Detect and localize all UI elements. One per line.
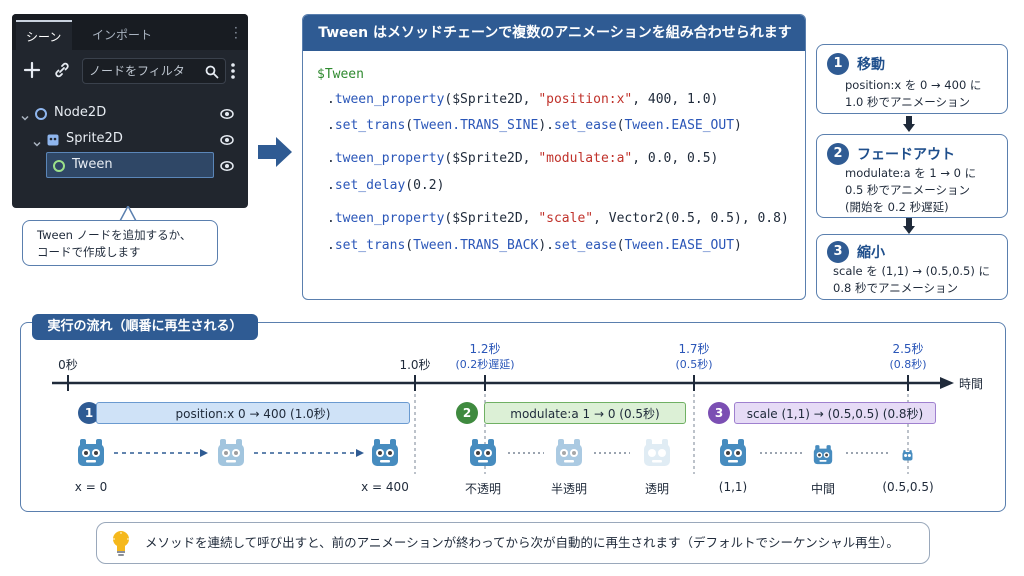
godot-icon: [556, 439, 582, 466]
icon-caption: x = 0: [74, 480, 108, 494]
note-line: コードで作成します: [37, 245, 141, 259]
dotted-connector: [846, 452, 890, 454]
step-number: 1: [827, 53, 849, 75]
visibility-eye-icon[interactable]: [220, 158, 234, 172]
lightbulb-icon: [113, 531, 129, 556]
step-desc: modulate:a を 1 → 0 に 0.5 秒でアニメーション (開始を …: [845, 166, 977, 214]
bar-number: 3: [708, 402, 730, 424]
godot-icon: [78, 439, 104, 466]
icon-caption: 中間: [810, 482, 835, 496]
tick-label: 2.5秒: [892, 342, 924, 356]
search-icon: [205, 64, 219, 79]
icon-caption: 透明: [644, 482, 669, 496]
step-box-move: 1 移動 position:x を 0 → 400 に 1.0 秒でアニメーショ…: [816, 44, 1008, 114]
code-panel: Tween はメソッドチェーンで複数のアニメーションを組み合わせられます $Tw…: [302, 14, 806, 300]
godot-icon: [372, 439, 398, 466]
tween-icon: [52, 158, 66, 172]
code-panel-title: Tween はメソッドチェーンで複数のアニメーションを組み合わせられます: [303, 15, 805, 51]
tree-label-tween: Tween: [72, 157, 113, 172]
godot-icon: [720, 439, 746, 466]
dotted-connector: [508, 452, 544, 454]
dotted-connector: [760, 452, 804, 454]
bar-position-x: position:x 0 → 400 (1.0秒): [96, 402, 410, 424]
tick-label: 1.2秒: [469, 342, 501, 356]
code-line-4: .set_delay(0.2): [327, 178, 445, 193]
icon-caption: x = 400: [361, 480, 409, 494]
sprite2d-icon: [46, 132, 60, 146]
bar-modulate-a: modulate:a 1 → 0 (0.5秒): [484, 402, 686, 424]
dashed-arrow: [114, 449, 208, 457]
bar-number: 2: [456, 402, 478, 424]
step-box-shrink: 3 縮小 scale を (1,1) → (0.5,0.5) に 0.8 秒でア…: [816, 234, 1008, 300]
bar-scale: scale (1,1) → (0.5,0.5) (0.8秒): [734, 402, 936, 424]
step-title: 縮小: [857, 245, 885, 261]
code-line-3: .tween_property($Sprite2D, "modulate:a",…: [327, 151, 719, 166]
node2d-icon: [34, 106, 48, 120]
tick-sub-label: (0.2秒遅延): [455, 358, 515, 371]
visibility-eye-icon[interactable]: [220, 106, 234, 120]
code-line-1: .tween_property($Sprite2D, "position:x",…: [327, 92, 719, 107]
code-line-5: .tween_property($Sprite2D, "scale", Vect…: [327, 211, 789, 226]
tab-scene[interactable]: シーン: [16, 20, 72, 50]
tip-text: メソッドを連続して呼び出すと、前のアニメーションが終わってから次が自動的に再生さ…: [145, 535, 899, 550]
chevron-down-icon[interactable]: [32, 134, 42, 147]
tick-label: 0秒: [58, 358, 78, 372]
godot-icon: [470, 439, 496, 466]
tick-sub-label: (0.5秒): [675, 358, 713, 371]
step-title: 移動: [857, 57, 885, 73]
tick-sub-label: (0.8秒): [889, 358, 927, 371]
scene-toolbar: [12, 50, 248, 90]
tab-import[interactable]: インポート: [82, 20, 162, 50]
step-number: 2: [827, 143, 849, 165]
note-line: Tween ノードを追加するか、: [37, 228, 192, 242]
code-var: $Tween: [317, 67, 364, 82]
link-icon[interactable]: [52, 60, 72, 80]
tree-row-sprite2d[interactable]: Sprite2D: [12, 126, 248, 152]
down-arrow-icon: [903, 116, 915, 132]
more-options-icon[interactable]: [230, 62, 236, 80]
icon-caption: 半透明: [550, 482, 587, 496]
code-line-6: .set_trans(Tween.TRANS_BACK).set_ease(Tw…: [327, 238, 742, 253]
scene-tab-bar: シーン インポート · · ·: [12, 14, 248, 50]
tree-row-tween[interactable]: Tween: [12, 152, 248, 178]
tick-label: 1.0秒: [399, 358, 431, 372]
step-title: フェードアウト: [857, 147, 955, 163]
add-node-note: Tween ノードを追加するか、 コードで作成します: [22, 220, 218, 266]
icon-caption: (1,1): [718, 480, 748, 494]
godot-icon: [644, 439, 670, 466]
tip-box: メソッドを連続して呼び出すと、前のアニメーションが終わってから次が自動的に再生さ…: [96, 522, 930, 564]
step-desc: scale を (1,1) → (0.5,0.5) に 0.8 秒でアニメーショ…: [833, 264, 991, 295]
dashed-arrow: [254, 449, 364, 457]
godot-icon: [218, 439, 244, 466]
tree-label-sprite2d: Sprite2D: [66, 131, 123, 146]
dotted-connector: [594, 452, 630, 454]
step-box-fade: 2 フェードアウト modulate:a を 1 → 0 に 0.5 秒でアニメ…: [816, 134, 1008, 218]
tree-row-node2d[interactable]: Node2D: [12, 100, 248, 126]
icon-caption: (0.5,0.5): [882, 480, 934, 494]
tree-label-node2d: Node2D: [54, 105, 107, 120]
scene-dock: シーン インポート ··· Node2D: [12, 14, 248, 208]
time-axis-label: 時間: [958, 377, 983, 391]
godot-icon: [902, 450, 913, 461]
add-node-icon[interactable]: [22, 60, 42, 80]
code-line-2: .set_trans(Tween.TRANS_SINE).set_ease(Tw…: [327, 118, 742, 133]
visibility-eye-icon[interactable]: [220, 132, 234, 146]
time-axis: [52, 375, 954, 391]
tick-label: 1.7秒: [678, 342, 710, 356]
timeline-header: 実行の流れ（順番に再生される）: [32, 314, 258, 340]
icon-caption: 不透明: [464, 482, 501, 496]
kebab-menu-icon[interactable]: · · ·: [234, 22, 238, 44]
chevron-down-icon[interactable]: [20, 108, 30, 121]
step-number: 3: [827, 241, 849, 263]
right-arrow-icon: [258, 137, 292, 167]
godot-icon: [813, 445, 833, 465]
step-desc: position:x を 0 → 400 に 1.0 秒でアニメーション: [845, 78, 982, 109]
down-arrow-icon: [903, 218, 915, 234]
